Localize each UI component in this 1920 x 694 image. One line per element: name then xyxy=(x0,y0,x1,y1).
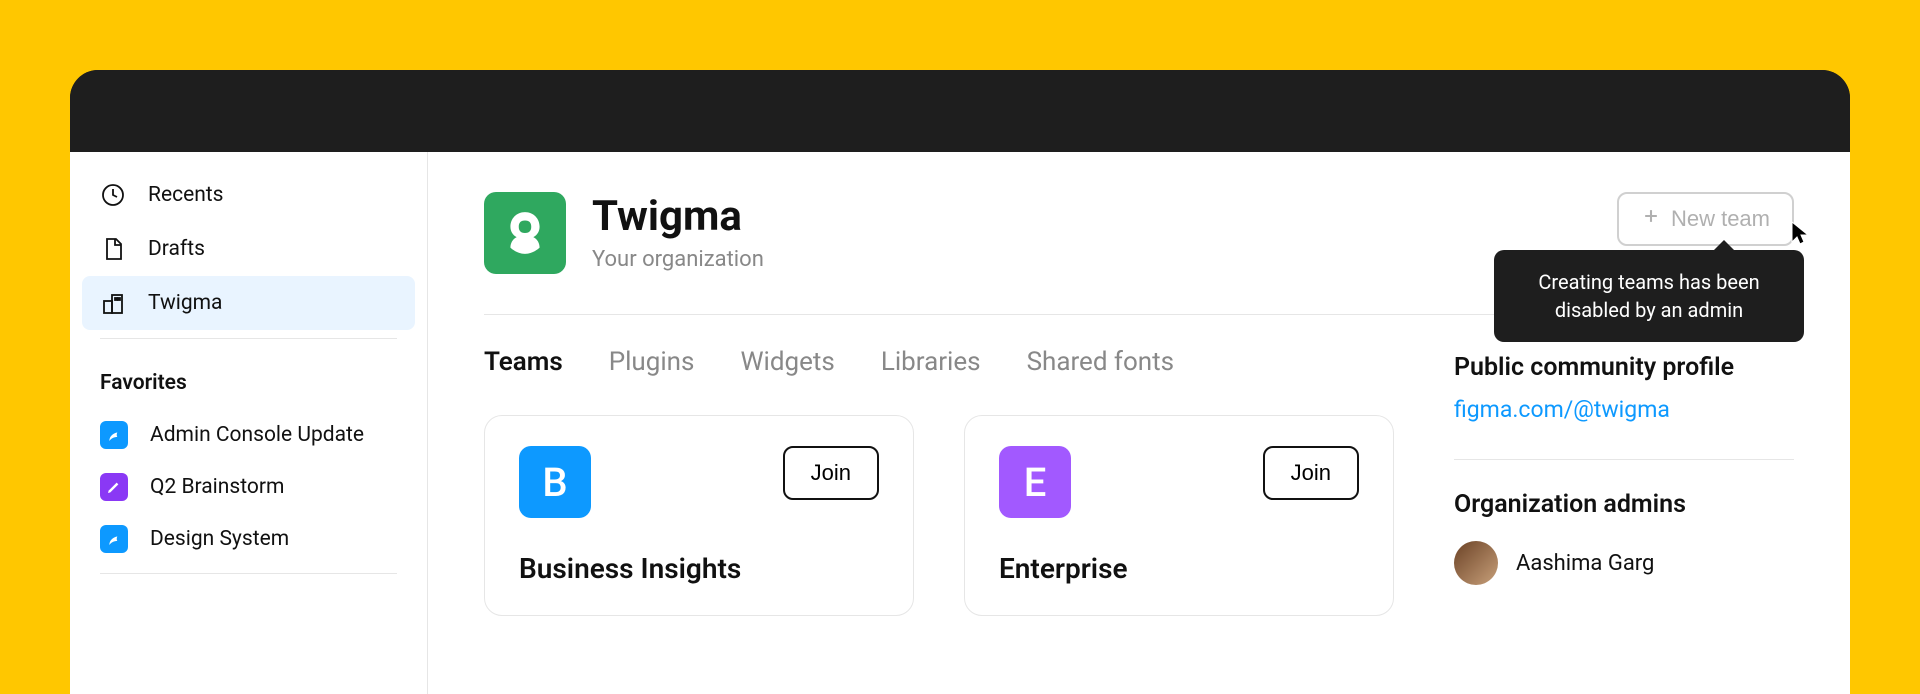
sidebar-item-label: Recents xyxy=(148,183,224,207)
profile-header: Public community profile xyxy=(1454,353,1794,382)
org-avatar xyxy=(484,192,566,274)
profile-link[interactable]: figma.com/@twigma xyxy=(1454,396,1670,423)
favorites-header: Favorites xyxy=(70,347,427,409)
clock-icon xyxy=(100,182,126,208)
tab-libraries[interactable]: Libraries xyxy=(881,347,981,377)
main-content: Twigma Your organization New team Creat xyxy=(428,152,1850,694)
sidebar-item-recents[interactable]: Recents xyxy=(70,168,427,222)
cursor-icon xyxy=(1790,220,1814,252)
new-team-label: New team xyxy=(1671,206,1770,232)
leaf-icon xyxy=(100,421,128,449)
sidebar-item-label: Drafts xyxy=(148,237,205,261)
sidebar-item-label: Twigma xyxy=(148,291,222,315)
content-area: Recents Drafts Twigma Favorites Ad xyxy=(70,152,1850,694)
leaf-icon xyxy=(100,525,128,553)
new-team-button[interactable]: New team xyxy=(1617,192,1794,246)
divider xyxy=(100,573,397,574)
team-avatar: E xyxy=(999,446,1071,518)
team-card-enterprise[interactable]: E Join Enterprise xyxy=(964,415,1394,616)
right-column: Public community profile figma.com/@twig… xyxy=(1454,347,1794,616)
tab-plugins[interactable]: Plugins xyxy=(609,347,695,377)
header-row: Twigma Your organization New team Creat xyxy=(484,192,1794,274)
admin-row[interactable]: Aashima Garg xyxy=(1454,541,1794,585)
org-header: Twigma Your organization xyxy=(484,192,764,274)
join-button[interactable]: Join xyxy=(1263,446,1359,500)
favorite-label: Design System xyxy=(150,527,289,551)
admin-name: Aashima Garg xyxy=(1516,551,1654,576)
sidebar-item-drafts[interactable]: Drafts xyxy=(70,222,427,276)
admins-header: Organization admins xyxy=(1454,490,1794,519)
favorite-item-q2-brainstorm[interactable]: Q2 Brainstorm xyxy=(70,461,427,513)
org-subtitle: Your organization xyxy=(592,247,764,272)
file-icon xyxy=(100,236,126,262)
body-row: Teams Plugins Widgets Libraries Shared f… xyxy=(484,347,1794,616)
team-cards: B Join Business Insights E Join Enterpri… xyxy=(484,415,1394,616)
plus-icon xyxy=(1641,206,1661,232)
avatar xyxy=(1454,541,1498,585)
divider xyxy=(1454,459,1794,460)
divider xyxy=(100,338,397,339)
pencil-icon xyxy=(100,473,128,501)
team-avatar: B xyxy=(519,446,591,518)
sidebar: Recents Drafts Twigma Favorites Ad xyxy=(70,152,428,694)
favorite-item-admin-console[interactable]: Admin Console Update xyxy=(70,409,427,461)
favorite-label: Admin Console Update xyxy=(150,423,364,447)
tab-shared-fonts[interactable]: Shared fonts xyxy=(1027,347,1175,377)
building-icon xyxy=(100,290,126,316)
team-name: Enterprise xyxy=(999,552,1359,585)
left-column: Teams Plugins Widgets Libraries Shared f… xyxy=(484,347,1394,616)
titlebar xyxy=(70,70,1850,152)
org-title: Twigma xyxy=(592,194,764,240)
sidebar-item-twigma[interactable]: Twigma xyxy=(82,276,415,330)
join-button[interactable]: Join xyxy=(783,446,879,500)
app-window: Recents Drafts Twigma Favorites Ad xyxy=(70,70,1850,694)
team-name: Business Insights xyxy=(519,552,879,585)
tab-teams[interactable]: Teams xyxy=(484,347,563,377)
team-card-business-insights[interactable]: B Join Business Insights xyxy=(484,415,914,616)
favorite-label: Q2 Brainstorm xyxy=(150,475,284,499)
tabs: Teams Plugins Widgets Libraries Shared f… xyxy=(484,347,1394,377)
tab-widgets[interactable]: Widgets xyxy=(740,347,834,377)
tooltip: Creating teams has been disabled by an a… xyxy=(1494,250,1804,342)
favorite-item-design-system[interactable]: Design System xyxy=(70,513,427,565)
